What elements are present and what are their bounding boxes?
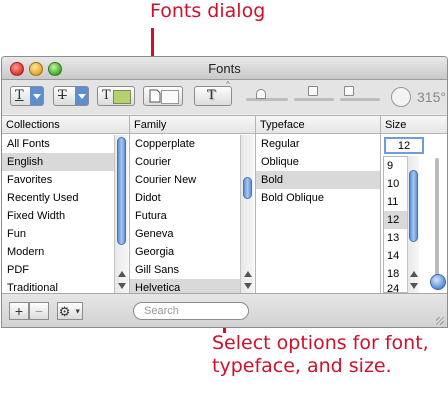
callout-line-top <box>151 28 154 58</box>
shadow-offset-slider[interactable] <box>340 86 380 101</box>
size-item[interactable]: 11 <box>384 193 408 211</box>
family-item[interactable]: Copperplate <box>130 135 240 153</box>
scroll-down-icon[interactable] <box>244 283 252 289</box>
family-item[interactable]: Futura <box>130 207 240 225</box>
family-item[interactable]: Courier <box>130 153 240 171</box>
underline-button[interactable]: T <box>10 86 44 106</box>
size-slider[interactable] <box>435 158 439 278</box>
size-item[interactable]: 14 <box>384 247 408 265</box>
collections-list: All Fonts English Favorites Recently Use… <box>2 135 114 297</box>
text-color-icon: T <box>102 88 111 103</box>
scroll-up-icon[interactable] <box>118 271 126 277</box>
scroll-thumb[interactable] <box>409 170 418 242</box>
chevron-down-icon: ▼ <box>74 308 82 316</box>
bottom-bar: + − ⚙ ▼ <box>2 293 447 327</box>
size-header: Size <box>381 116 447 134</box>
size-input[interactable] <box>384 137 424 154</box>
slider-knob[interactable] <box>256 89 266 99</box>
typeface-item-selected[interactable]: Bold <box>256 171 380 189</box>
fonts-window: Fonts T T T T ^ 315° Collections Family … <box>1 56 448 328</box>
callout-line-1: Select options for font, <box>212 332 429 354</box>
title-bar[interactable]: Fonts <box>2 57 447 80</box>
scroll-thumb[interactable] <box>243 177 252 199</box>
typeface-header: Typeface <box>256 116 380 134</box>
underline-icon: T <box>15 88 24 103</box>
scroll-up-icon[interactable] <box>244 271 252 277</box>
collection-item[interactable]: Modern <box>2 243 114 261</box>
column-divider <box>380 116 381 293</box>
search-field[interactable] <box>133 302 249 320</box>
size-list: 9 10 11 12 13 14 18 24 <box>383 156 409 293</box>
shadow-angle-readout: 315° <box>417 89 446 105</box>
scroll-down-icon[interactable] <box>410 283 418 289</box>
shadow-opacity-slider[interactable] <box>246 89 288 101</box>
add-collection-button[interactable]: + <box>9 302 29 320</box>
scroll-up-icon[interactable] <box>410 271 418 277</box>
family-item[interactable]: Gill Sans <box>130 261 240 279</box>
collection-item[interactable]: Favorites <box>2 171 114 189</box>
size-slider-knob[interactable] <box>430 274 446 290</box>
resize-grip-icon[interactable] <box>436 317 444 325</box>
typeface-item[interactable]: Regular <box>256 135 380 153</box>
scroll-thumb[interactable] <box>117 137 126 245</box>
size-item[interactable]: 9 <box>384 157 408 175</box>
size-scrollbar[interactable] <box>407 156 419 293</box>
scroll-down-icon[interactable] <box>118 283 126 289</box>
family-header: Family <box>130 116 255 134</box>
document-color-button[interactable] <box>143 86 183 106</box>
collections-header: Collections <box>2 116 129 134</box>
size-item-selected[interactable]: 12 <box>384 211 408 229</box>
collection-item[interactable]: Fun <box>2 225 114 243</box>
size-item[interactable]: 24 <box>384 283 408 292</box>
chevron-up-icon: ^ <box>226 80 230 89</box>
callout-select-options: Select options for font, typeface, and s… <box>212 332 429 378</box>
remove-collection-button[interactable]: − <box>29 302 49 320</box>
collection-item[interactable]: Fixed Width <box>2 207 114 225</box>
collection-item[interactable]: Recently Used <box>2 189 114 207</box>
collection-item-selected[interactable]: English <box>2 153 114 171</box>
family-scrollbar[interactable] <box>240 135 254 293</box>
window-title: Fonts <box>208 61 241 76</box>
text-color-button[interactable]: T <box>97 86 135 106</box>
font-columns: Collections Family Typeface Size All Fon… <box>2 115 447 297</box>
slider-knob[interactable] <box>308 86 318 96</box>
action-menu-button[interactable]: ⚙ ▼ <box>57 302 83 320</box>
toolbar: T T T T ^ 315° <box>2 80 447 114</box>
shadow-icon: T <box>207 88 216 103</box>
document-color-swatch <box>161 90 179 104</box>
family-list: Copperplate Courier Courier New Didot Fu… <box>130 135 240 297</box>
slider-knob[interactable] <box>344 86 354 96</box>
shadow-angle-dial[interactable] <box>391 87 411 107</box>
size-item[interactable]: 10 <box>384 175 408 193</box>
collection-item[interactable]: All Fonts <box>2 135 114 153</box>
typeface-item[interactable]: Oblique <box>256 153 380 171</box>
family-item[interactable]: Geneva <box>130 225 240 243</box>
document-icon <box>149 89 161 103</box>
size-item[interactable]: 13 <box>384 229 408 247</box>
shadow-button[interactable]: T <box>194 86 232 106</box>
chevron-down-icon[interactable] <box>30 87 43 105</box>
text-color-swatch <box>113 90 131 104</box>
family-item[interactable]: Courier New <box>130 171 240 189</box>
family-item[interactable]: Georgia <box>130 243 240 261</box>
callout-line-2: typeface, and size. <box>212 355 392 377</box>
typeface-list: Regular Oblique Bold Bold Oblique <box>256 135 380 207</box>
strikethrough-icon: T <box>58 88 67 103</box>
strikethrough-button[interactable]: T <box>53 86 89 106</box>
gear-icon: ⚙ <box>58 304 71 319</box>
size-item[interactable]: 18 <box>384 265 408 283</box>
callout-fonts-dialog: Fonts dialog <box>150 0 266 22</box>
shadow-blur-slider[interactable] <box>294 86 334 101</box>
collection-item[interactable]: PDF <box>2 261 114 279</box>
family-item[interactable]: Didot <box>130 189 240 207</box>
typeface-item[interactable]: Bold Oblique <box>256 189 380 207</box>
chevron-down-icon[interactable] <box>75 87 88 105</box>
collections-scrollbar[interactable] <box>114 135 128 293</box>
